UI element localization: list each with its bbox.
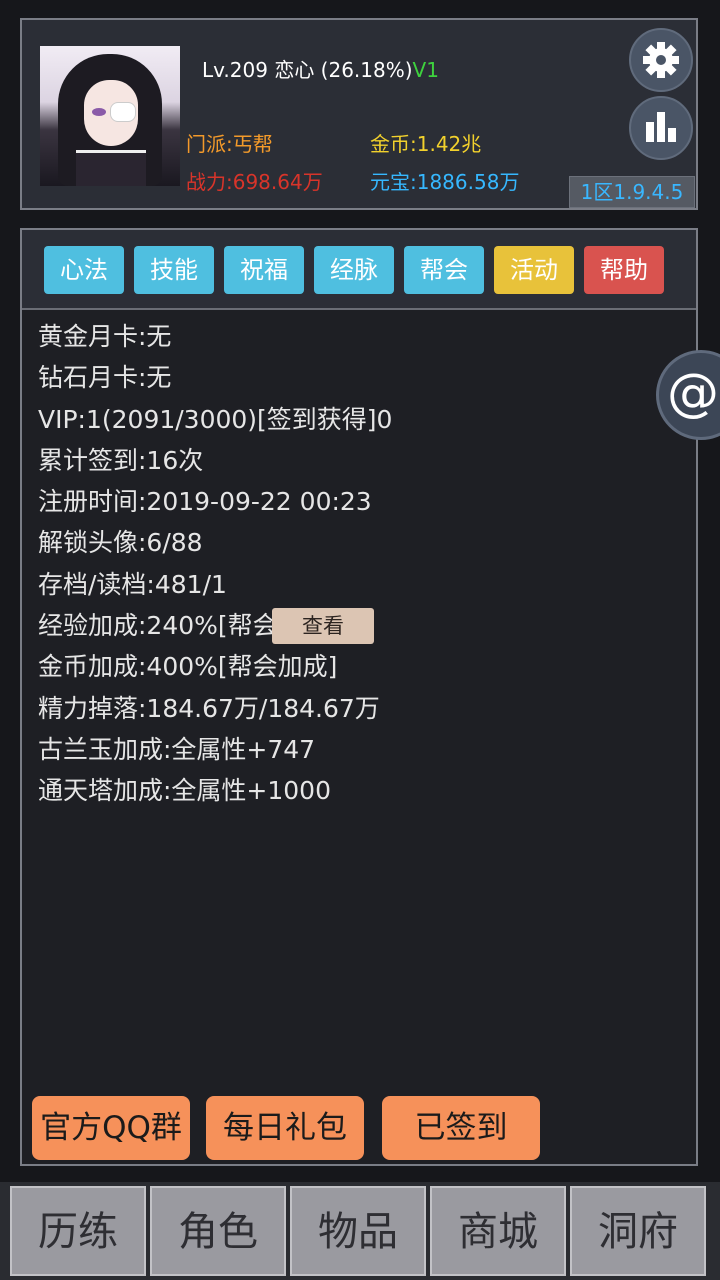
info-avatars-unlocked: 解锁头像:6/88 (38, 528, 203, 558)
power-text: 战力:698.64万 (186, 170, 323, 194)
info-gulanyu-bonus: 古兰玉加成:全属性+747 (38, 734, 316, 764)
nav-items[interactable]: 物品 (290, 1186, 426, 1276)
tab-bar: 心法 技能 祝福 经脉 帮会 活动 帮助 (22, 230, 696, 310)
tab-events[interactable]: 活动 (494, 246, 574, 294)
info-list: 黄金月卡:无 钻石月卡:无 VIP:1(2091/3000)[签到获得]0 累计… (38, 316, 392, 812)
info-gold-card: 黄金月卡:无 (38, 322, 172, 351)
sect-text: 门派:丐帮 (186, 132, 273, 156)
tab-guild[interactable]: 帮会 (404, 246, 484, 294)
official-qq-group-button[interactable]: 官方QQ群 (32, 1096, 190, 1160)
info-save-load: 存档/读档:481/1 (38, 569, 227, 599)
info-register-time: 注册时间:2019-09-22 00:23 (38, 487, 372, 517)
level-name: Lv.209 恋心 (26.18%)V1 (202, 54, 439, 83)
bar-chart-icon (646, 112, 676, 142)
tab-meridians[interactable]: 经脉 (314, 246, 394, 294)
nav-cave[interactable]: 洞府 (570, 1186, 706, 1276)
settings-button[interactable] (629, 28, 693, 92)
yuanbao-text: 元宝:1886.58万 (370, 170, 520, 194)
info-tower-bonus: 通天塔加成:全属性+1000 (38, 776, 331, 806)
daily-gift-button[interactable]: 每日礼包 (206, 1096, 364, 1160)
tab-blessing[interactable]: 祝福 (224, 246, 304, 294)
ranking-button[interactable] (629, 96, 693, 160)
info-signin-total: 累计签到:16次 (38, 445, 204, 475)
server-version: 1区1.9.4.5 (569, 176, 695, 208)
avatar[interactable] (40, 46, 180, 186)
tab-xinfa[interactable]: 心法 (44, 246, 124, 294)
gear-icon (643, 42, 679, 78)
info-vip: VIP:1(2091/3000)[签到获得]0 (38, 404, 393, 434)
vip-badge: V1 (412, 58, 439, 82)
signed-in-button[interactable]: 已签到 (382, 1096, 540, 1160)
profile-panel: Lv.209 恋心 (26.18%)V1 门派:丐帮 金币:1.42兆 战力:6… (20, 18, 698, 210)
character-info-panel: 心法 技能 祝福 经脉 帮会 活动 帮助 黄金月卡:无 钻石月卡:无 VIP:1… (20, 228, 698, 1166)
level-text: Lv.209 恋心 (26.18%) (202, 58, 413, 82)
info-diamond-card: 钻石月卡:无 (38, 363, 172, 393)
tab-skills[interactable]: 技能 (134, 246, 214, 294)
bottom-nav: 历练 角色 物品 商城 洞府 (0, 1182, 720, 1280)
view-avatars-button[interactable]: 查看 (272, 608, 374, 644)
gold-text: 金币:1.42兆 (370, 132, 482, 156)
nav-character[interactable]: 角色 (150, 1186, 286, 1276)
nav-training[interactable]: 历练 (10, 1186, 146, 1276)
nav-shop[interactable]: 商城 (430, 1186, 566, 1276)
info-energy-drop: 精力掉落:184.67万/184.67万 (38, 693, 380, 723)
tab-help[interactable]: 帮助 (584, 246, 664, 294)
at-icon: @ (667, 363, 719, 423)
info-gold-bonus: 金币加成:400%[帮会加成] (38, 652, 338, 682)
